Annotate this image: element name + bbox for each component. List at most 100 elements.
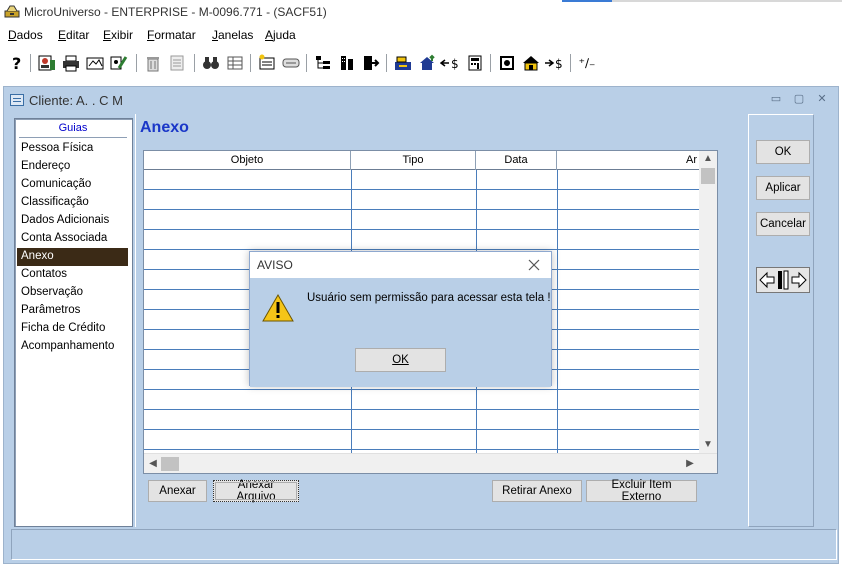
column-header-objeto[interactable]: Objeto (144, 151, 351, 170)
safe-icon[interactable] (498, 54, 516, 72)
table-row[interactable] (144, 430, 699, 450)
scroll-thumb[interactable] (701, 168, 715, 184)
binoculars-icon[interactable] (202, 54, 220, 72)
record-navigator-icon (759, 270, 807, 290)
anexar-arquivo-button[interactable]: Anexar Arquivo (213, 479, 299, 503)
window-title: MicroUniverso - ENTERPRISE - M-0096.771 … (24, 5, 327, 19)
dialog-close-icon[interactable] (525, 256, 543, 274)
menu-janelas[interactable]: Janelas (212, 28, 253, 42)
currency-out-icon[interactable]: $ (544, 54, 564, 72)
svg-text:?: ? (12, 54, 21, 72)
tab-observacao[interactable]: Observação (17, 284, 128, 302)
taskbar-strip-gray (612, 0, 842, 2)
tab-classificacao[interactable]: Classificação (17, 194, 128, 212)
cash-register-icon[interactable] (394, 54, 412, 72)
dialog-ok-label: OK (392, 354, 409, 366)
tab-pessoa-fisica[interactable]: Pessoa Física (17, 140, 128, 158)
delete-icon[interactable] (144, 54, 162, 72)
tab-contatos[interactable]: Contatos (17, 266, 128, 284)
dialog-title: AVISO (257, 258, 293, 272)
record-navigator[interactable] (756, 267, 810, 293)
new-record-icon[interactable] (258, 54, 276, 72)
table-row[interactable] (144, 410, 699, 430)
cancelar-button[interactable]: Cancelar (756, 212, 810, 236)
calculator-icon[interactable] (466, 54, 484, 72)
dialog-title-bar: AVISO (250, 252, 551, 278)
svg-text:$: $ (555, 57, 563, 71)
minimize-icon[interactable]: ▭ (768, 91, 784, 107)
tab-parametros[interactable]: Parâmetros (17, 302, 128, 320)
tab-acompanhamento[interactable]: Acompanhamento (17, 338, 128, 356)
warning-dialog: AVISO Usuário sem permissão para acessar… (249, 251, 552, 387)
house-up-icon[interactable] (418, 54, 436, 72)
print-preview-icon[interactable] (86, 54, 104, 72)
client-title: Cliente: A. . C M (29, 93, 123, 108)
tab-comunicacao[interactable]: Comunicação (17, 176, 128, 194)
table-row[interactable] (144, 390, 699, 410)
anexar-button[interactable]: Anexar (148, 480, 207, 502)
menu-ajuda[interactable]: Ajuda (265, 28, 296, 42)
plus-minus-icon[interactable]: ⁺∕₋ (578, 54, 596, 72)
page-title: Anexo (140, 119, 189, 136)
tab-dados-adicionais[interactable]: Dados Adicionais (17, 212, 128, 230)
action-panel: OK Aplicar Cancelar (748, 114, 814, 527)
column-header-data[interactable]: Data (476, 151, 557, 170)
table-row[interactable] (144, 190, 699, 210)
column-header-tipo[interactable]: Tipo (351, 151, 476, 170)
app-logo-icon (4, 5, 20, 18)
grid-header: Objeto Tipo Data Ar (144, 151, 717, 170)
toolbar-separator (250, 54, 251, 72)
table-row[interactable] (144, 230, 699, 250)
print-icon[interactable] (62, 54, 80, 72)
status-bar (11, 529, 837, 560)
tab-endereco[interactable]: Endereço (17, 158, 128, 176)
tools-icon[interactable] (110, 54, 128, 72)
menu-exibir[interactable]: Exibir (103, 28, 133, 42)
door-exit-icon[interactable] (362, 54, 380, 72)
toolbar: ? $ $ ⁺∕₋ (0, 46, 842, 80)
scroll-left-icon[interactable]: ◀ (145, 456, 161, 472)
menu-editar[interactable]: Editar (58, 28, 89, 42)
table-row[interactable] (144, 210, 699, 230)
tabs-header: Guias (19, 122, 127, 138)
toolbar-separator (30, 54, 31, 72)
vertical-scrollbar[interactable]: ▲ ▼ (699, 151, 717, 453)
help-icon[interactable]: ? (8, 54, 26, 72)
table-row[interactable] (144, 170, 699, 190)
toolbar-separator (306, 54, 307, 72)
building-icon[interactable] (338, 54, 356, 72)
tab-anexo[interactable]: Anexo (17, 248, 128, 266)
ok-button[interactable]: OK (756, 140, 810, 164)
scroll-up-icon[interactable]: ▲ (699, 151, 717, 167)
toolbar-separator (386, 54, 387, 72)
tabs-list: Guias Pessoa Física Endereço Comunicação… (14, 118, 133, 527)
grid-icon[interactable] (226, 54, 244, 72)
tree-icon[interactable] (314, 54, 332, 72)
column-header-arquivo[interactable]: Ar (557, 151, 699, 170)
handshake-icon[interactable] (282, 54, 300, 72)
horizontal-scrollbar[interactable]: ◀ ▶ (144, 453, 717, 473)
aplicar-button[interactable]: Aplicar (756, 176, 810, 200)
restore-icon[interactable]: ▢ (791, 91, 807, 107)
scroll-right-icon[interactable]: ▶ (682, 456, 698, 472)
house-home-icon[interactable] (522, 54, 540, 72)
warning-icon (262, 293, 294, 322)
close-icon[interactable]: ✕ (814, 91, 830, 107)
menu-dados[interactable]: Dados (8, 28, 43, 42)
client-icon[interactable] (38, 54, 56, 72)
svg-text:$: $ (451, 57, 459, 71)
tab-ficha-de-credito[interactable]: Ficha de Crédito (17, 320, 128, 338)
dialog-body: Usuário sem permissão para acessar esta … (250, 278, 551, 387)
scroll-thumb-horizontal[interactable] (161, 457, 179, 471)
currency-in-icon[interactable]: $ (440, 54, 460, 72)
scroll-down-icon[interactable]: ▼ (699, 437, 717, 453)
menu-formatar[interactable]: Formatar (147, 28, 196, 42)
tab-conta-associada[interactable]: Conta Associada (17, 230, 128, 248)
dialog-message: Usuário sem permissão para acessar esta … (307, 292, 551, 304)
form-icon (10, 94, 24, 106)
retirar-anexo-button[interactable]: Retirar Anexo (492, 480, 582, 502)
excluir-item-externo-button[interactable]: Excluir Item Externo (586, 479, 697, 503)
menu-bar: Dados Editar Exibir Formatar Janelas Aju… (0, 24, 842, 46)
list-disabled-icon[interactable] (168, 54, 186, 72)
dialog-ok-button[interactable]: OK (355, 348, 446, 372)
